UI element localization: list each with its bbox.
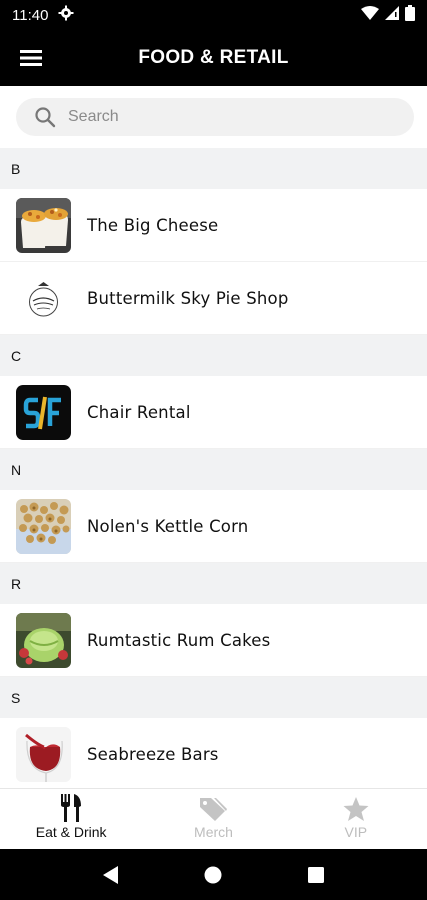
vendor-name: The Big Cheese [87, 215, 219, 235]
section-header-c: C [0, 335, 427, 376]
tab-merch[interactable]: Merch [142, 789, 284, 849]
vendor-name: Chair Rental [87, 402, 191, 422]
status-bar: 11:40 [0, 0, 427, 30]
search-container [0, 86, 427, 148]
recents-square-icon [307, 866, 324, 883]
list-item-buttermilk-sky-pie-shop[interactable]: Buttermilk Sky Pie Shop [0, 262, 427, 335]
home-circle-icon [204, 866, 222, 883]
app-bar: FOOD & RETAIL [0, 30, 427, 86]
wifi-icon [361, 6, 379, 24]
wine-glass-photo [16, 726, 71, 782]
section-letter: B [11, 160, 21, 177]
vendor-list[interactable]: B The Big Cheese Buttermilk Sky Pie Shop… [0, 148, 427, 788]
bottom-tab-bar: Eat & Drink Merch VIP [0, 788, 427, 849]
section-header-n: N [0, 449, 427, 490]
tab-label: Eat & Drink [35, 824, 107, 840]
section-letter: N [11, 461, 22, 478]
kettle-corn-photo [16, 498, 71, 554]
search-icon [35, 107, 56, 128]
fork-knife-icon [61, 794, 82, 822]
vendor-name: Rumtastic Rum Cakes [87, 630, 271, 650]
back-triangle-icon [103, 865, 119, 884]
list-item-nolens-kettle-corn[interactable]: Nolen's Kettle Corn [0, 490, 427, 563]
vendor-name: Nolen's Kettle Corn [87, 516, 249, 536]
rum-cake-photo [16, 612, 71, 668]
sf-logo [16, 384, 71, 440]
vendor-name: Buttermilk Sky Pie Shop [87, 288, 289, 308]
search-box[interactable] [16, 98, 414, 136]
section-header-b: B [0, 148, 427, 189]
menu-button[interactable] [0, 30, 62, 86]
section-header-s: S [0, 677, 427, 718]
tab-vip[interactable]: VIP [285, 789, 427, 849]
battery-icon [405, 5, 415, 25]
back-button[interactable] [91, 855, 131, 895]
section-letter: C [11, 347, 22, 364]
list-item-the-big-cheese[interactable]: The Big Cheese [0, 189, 427, 262]
tab-eat-and-drink[interactable]: Eat & Drink [0, 789, 142, 849]
tab-label: Merch [194, 824, 233, 840]
tag-icon [200, 798, 228, 821]
section-letter: S [11, 689, 21, 706]
home-button[interactable] [193, 855, 233, 895]
tab-label: VIP [344, 824, 368, 840]
section-letter: R [11, 575, 22, 592]
star-icon [343, 797, 369, 821]
system-nav-bar [0, 849, 427, 900]
section-header-r: R [0, 563, 427, 604]
hamburger-icon [20, 50, 42, 66]
search-input[interactable] [68, 108, 368, 126]
cell-signal-icon [385, 6, 399, 24]
mac-and-cheese-photo [16, 197, 71, 253]
vendor-name: Seabreeze Bars [87, 744, 219, 764]
list-item-chair-rental[interactable]: Chair Rental [0, 376, 427, 449]
gear-icon [58, 5, 74, 25]
list-item-rumtastic-rum-cakes[interactable]: Rumtastic Rum Cakes [0, 604, 427, 677]
buttermilk-logo [16, 270, 71, 326]
status-time: 11:40 [12, 6, 49, 24]
page-title: FOOD & RETAIL [138, 47, 289, 68]
recents-button[interactable] [296, 855, 336, 895]
list-item-seabreeze-bars[interactable]: Seabreeze Bars [0, 718, 427, 788]
